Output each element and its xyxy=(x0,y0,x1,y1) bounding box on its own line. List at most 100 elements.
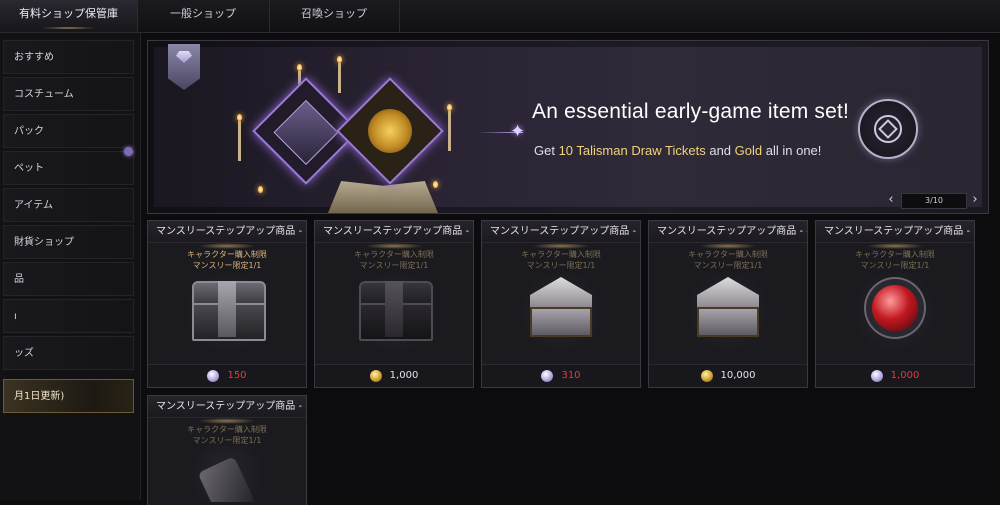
tab-paid-shop-storage[interactable]: 有料ショップ保管庫 xyxy=(0,0,138,32)
silver-box-icon xyxy=(516,271,606,351)
candle-flame xyxy=(337,56,342,63)
price-row: 150 xyxy=(148,364,306,387)
sidebar-item-monthly-update[interactable]: 月1日更新) xyxy=(3,379,134,413)
card-title: マンスリーステップアップ商品 - 2 xyxy=(315,221,473,243)
sidebar-item-label: コスチューム xyxy=(14,89,74,100)
tab-summon-shop[interactable]: 召喚ショップ xyxy=(269,0,400,32)
item-image xyxy=(349,271,439,353)
chevron-right-icon[interactable]: › xyxy=(969,192,981,208)
sidebar-item-costume[interactable]: コスチューム xyxy=(3,77,134,111)
card-title: マンスリーステップアップ商品 - 3 xyxy=(482,221,640,243)
price-value: 150 xyxy=(227,370,247,381)
sidebar-item-pack[interactable]: パック xyxy=(3,114,134,148)
promo-banner[interactable]: ✦ An essential early-game item set! Get … xyxy=(147,40,989,214)
price-row: 1,000 xyxy=(315,364,473,387)
top-tab-bar: 有料ショップ保管庫 一般ショップ 召喚ショップ xyxy=(0,0,1000,33)
banner-sub-highlight-gold: Gold xyxy=(734,143,763,158)
limit-count: マンスリー限定1/1 xyxy=(860,261,930,270)
card-title: マンスリーステップアップ商品 - 6 xyxy=(148,396,306,418)
banner-sub-mid: and xyxy=(705,143,735,158)
limit-count: マンスリー限定1/1 xyxy=(192,261,262,270)
sidebar-item-recommended[interactable]: おすすめ xyxy=(3,40,134,74)
banner-sub-suffix: all in one! xyxy=(762,143,822,158)
sidebar-item-label: おすすめ xyxy=(14,52,54,63)
product-card[interactable]: マンスリーステップアップ商品 - 5 キャラクター購入制限 マンスリー限定1/1… xyxy=(815,220,975,388)
banner-sub-prefix: Get xyxy=(534,143,559,158)
item-image xyxy=(683,271,773,353)
purchase-limit: キャラクター購入制限 マンスリー限定1/1 xyxy=(148,424,306,446)
banner-pager: ‹ 3/10 › xyxy=(883,192,978,209)
tab-label: 召喚ショップ xyxy=(301,7,367,20)
product-card[interactable]: マンスリーステップアップ商品 - 3 キャラクター購入制限 マンスリー限定1/1… xyxy=(481,220,641,388)
price-value: 10,000 xyxy=(720,370,756,381)
purchase-limit: キャラクター購入制限 マンスリー限定1/1 xyxy=(816,249,974,271)
sidebar-item-7[interactable]: 品 xyxy=(3,262,134,296)
item-image xyxy=(850,271,940,353)
price-row: 1,000 xyxy=(816,364,974,387)
sidebar-item-label: ı xyxy=(14,311,17,322)
crystal-currency-icon xyxy=(870,370,883,382)
sparkle-icon: ✦ xyxy=(510,121,526,142)
banner-subtitle: Get 10 Talisman Draw Tickets and Gold al… xyxy=(534,143,821,158)
purchase-limit: キャラクター購入制限 マンスリー限定1/1 xyxy=(482,249,640,271)
product-card[interactable]: マンスリーステップアップ商品 - 1 キャラクター購入制限 マンスリー限定1/1… xyxy=(147,220,307,388)
crystal-currency-icon xyxy=(207,370,220,382)
notification-dot xyxy=(124,147,133,156)
sidebar-item-label: 財貨ショップ xyxy=(14,237,74,248)
price-row: 10,000 xyxy=(649,364,807,387)
sidebar-item-label: 品 xyxy=(14,274,24,285)
gold-currency-icon xyxy=(700,370,713,382)
limit-count: マンスリー限定1/1 xyxy=(192,436,262,445)
limit-count: マンスリー限定1/1 xyxy=(359,261,429,270)
sidebar-item-currency-shop[interactable]: 財貨ショップ xyxy=(3,225,134,259)
crystal-currency-icon xyxy=(541,370,554,382)
price-value: 1,000 xyxy=(890,370,920,381)
sidebar-item-item[interactable]: アイテム xyxy=(3,188,134,222)
talisman-sigil-icon xyxy=(858,99,918,159)
silver-chest-icon xyxy=(182,271,272,351)
tab-label: 一般ショップ xyxy=(170,7,236,20)
card-title: マンスリーステップアップ商品 - 5 xyxy=(816,221,974,243)
product-card[interactable]: マンスリーステップアップ商品 - 2 キャラクター購入制限 マンスリー限定1/1… xyxy=(314,220,474,388)
limit-label: キャラクター購入制限 xyxy=(187,250,267,259)
product-card[interactable]: マンスリーステップアップ商品 - 6 キャラクター購入制限 マンスリー限定1/1 xyxy=(147,395,307,505)
sidebar-item-label: 月1日更新) xyxy=(14,391,65,402)
limit-count: マンスリー限定1/1 xyxy=(526,261,596,270)
red-orb-icon xyxy=(872,285,918,331)
sidebar-item-label: ッズ xyxy=(14,348,34,359)
item-image xyxy=(516,271,606,353)
limit-label: キャラクター購入制限 xyxy=(521,250,601,259)
candle-flame xyxy=(297,64,302,71)
dark-shard-icon xyxy=(197,456,259,502)
price-value: 1,000 xyxy=(389,370,419,381)
limit-label: キャラクター購入制限 xyxy=(187,425,267,434)
candle xyxy=(238,121,241,161)
sidebar-item-pet[interactable]: ペット xyxy=(3,151,134,185)
sidebar-item-8[interactable]: ı xyxy=(3,299,134,333)
gold-currency-icon xyxy=(369,370,382,382)
open-book xyxy=(328,181,438,213)
page-indicator: 3/10 xyxy=(901,193,967,209)
chevron-left-icon[interactable]: ‹ xyxy=(885,192,897,208)
limit-count: マンスリー限定1/1 xyxy=(693,261,763,270)
candle-flame xyxy=(447,104,452,111)
limit-label: キャラクター購入制限 xyxy=(855,250,935,259)
product-card[interactable]: マンスリーステップアップ商品 - 4 キャラクター購入制限 マンスリー限定1/1… xyxy=(648,220,808,388)
card-title: マンスリーステップアップ商品 - 4 xyxy=(649,221,807,243)
sidebar-item-label: ペット xyxy=(14,163,44,174)
sidebar-item-goods[interactable]: ッズ xyxy=(3,336,134,370)
price-value: 310 xyxy=(561,370,581,381)
dark-chest-icon xyxy=(349,271,439,351)
purchase-limit: キャラクター購入制限 マンスリー限定1/1 xyxy=(315,249,473,271)
limit-label: キャラクター購入制限 xyxy=(354,250,434,259)
tab-label: 有料ショップ保管庫 xyxy=(19,7,118,20)
item-image xyxy=(182,271,272,353)
silver-box-icon xyxy=(683,271,773,351)
banner-title: An essential early-game item set! xyxy=(532,100,850,123)
banner-sub-highlight-tickets: 10 Talisman Draw Tickets xyxy=(558,143,706,158)
tab-general-shop[interactable]: 一般ショップ xyxy=(137,0,270,32)
card-title: マンスリーステップアップ商品 - 1 xyxy=(148,221,306,243)
candle-flame xyxy=(258,186,263,193)
limit-label: キャラクター購入制限 xyxy=(688,250,768,259)
item-image xyxy=(182,446,272,502)
